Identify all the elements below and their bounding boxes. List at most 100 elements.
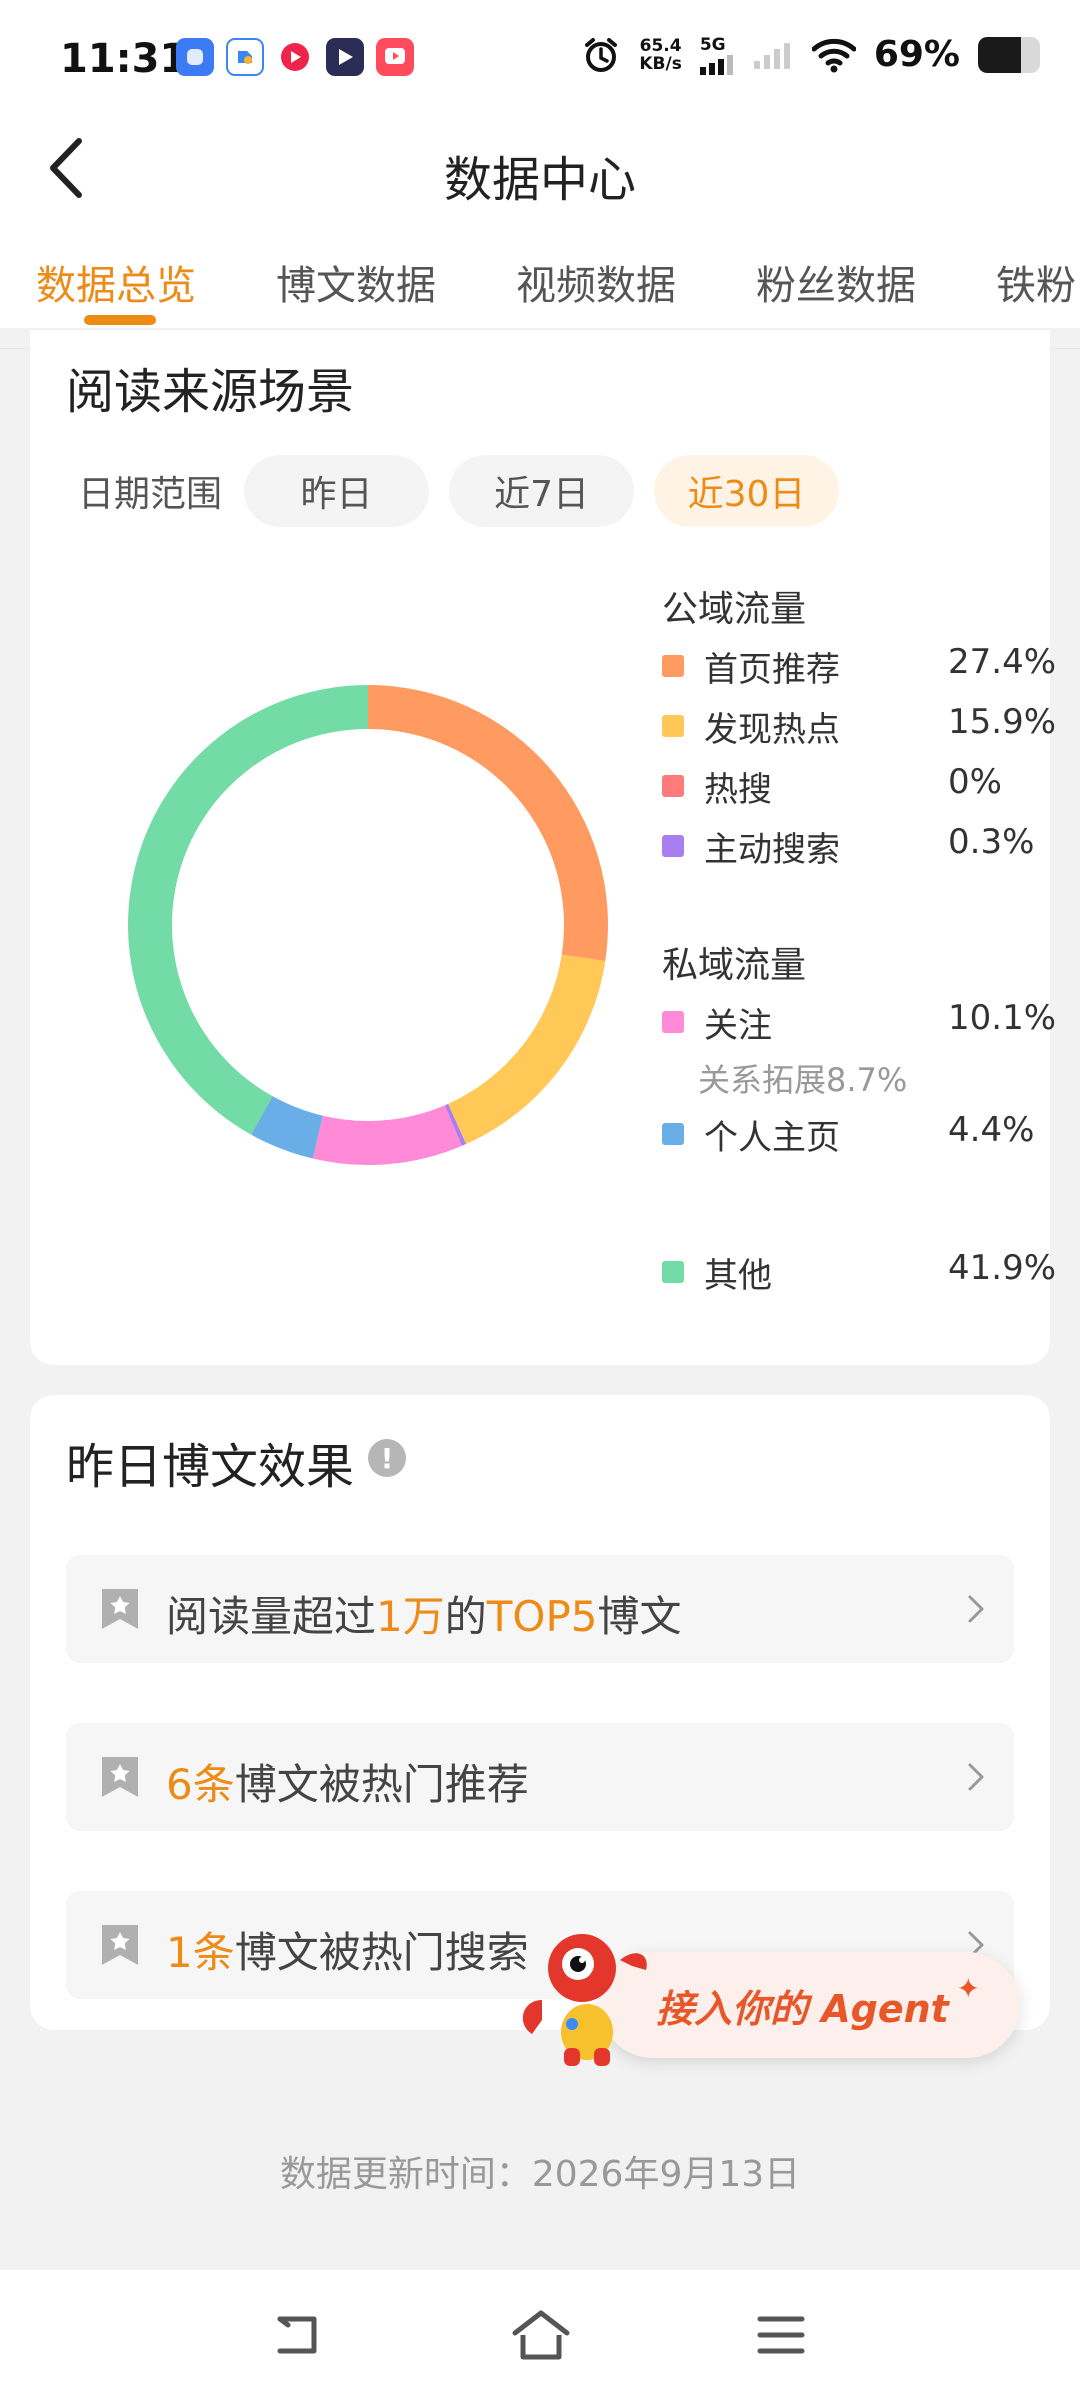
status-time: 11:31 [60, 36, 188, 82]
nav-home-button[interactable] [506, 2300, 576, 2370]
bookmark-star-icon [102, 1925, 138, 1965]
network-speed-value: 65.4 [639, 35, 682, 56]
read-source-donut-chart [127, 685, 608, 1165]
donut-slice-发现热点 [448, 954, 606, 1145]
donut-slice-关注 [312, 1105, 462, 1165]
legend-value: 0.3% [948, 822, 1035, 862]
app-notification-icon [226, 38, 264, 76]
row-text-part: 的 [444, 1592, 487, 1641]
public-traffic-title: 公域流量 [662, 589, 807, 630]
date-range-row: 日期范围 昨日 近7日 近30日 [78, 455, 859, 527]
legend-name: 热搜 [704, 770, 772, 810]
bookmark-star-icon [102, 1757, 138, 1797]
network-speed-unit: KB/s [639, 53, 682, 74]
read-source-card: 阅读来源场景 日期范围 昨日 近7日 近30日 公域流量 首页推荐 27.4% … [30, 330, 1056, 1365]
read-source-title: 阅读来源场景 [66, 364, 355, 420]
row-text: 1条博文被热门搜索 [166, 1919, 529, 1980]
row-text-part: 博文被热门搜索 [234, 1928, 529, 1977]
legend-sub-value: 关系拓展8.7% [698, 1061, 908, 1099]
header: 数据中心 数据总览 博文数据 视频数据 粉丝数据 铁粉 [0, 118, 1080, 328]
menu-icon [757, 2316, 805, 2354]
network-speed: 65.4 KB/s [639, 37, 681, 73]
date-range-label: 日期范围 [78, 474, 223, 515]
legend-swatch [662, 1123, 684, 1145]
home-icon [512, 2310, 570, 2360]
battery-percent: 69% [873, 34, 960, 75]
legend-item: 首页推荐 27.4% [662, 642, 1056, 692]
video-app-icon [276, 38, 314, 76]
wifi-icon [811, 38, 856, 72]
legend-swatch [662, 1261, 684, 1283]
legend-value: 10.1% [948, 998, 1057, 1038]
chevron-right-icon [968, 1595, 984, 1623]
row-highlight: 1条 [166, 1928, 235, 1977]
bookmark-star-icon [102, 1589, 138, 1629]
hot-recommend-row[interactable]: 6条博文被热门推荐 [66, 1723, 1014, 1831]
row-text-part: 博文被热门推荐 [234, 1760, 529, 1809]
app-notification-icon [176, 38, 214, 76]
notification-app-icons [176, 38, 414, 76]
legend-value: 27.4% [948, 642, 1057, 682]
status-indicators: 65.4 KB/s 5G 69% [581, 34, 1040, 75]
battery-level [978, 36, 1021, 73]
tab-video-data[interactable]: 视频数据 [516, 253, 676, 311]
legend-swatch [662, 775, 684, 797]
donut-slice-其他 [127, 685, 368, 1135]
system-nav-bar [0, 2270, 1080, 2400]
page-title: 数据中心 [443, 152, 636, 208]
legend-name: 关注 [704, 1006, 772, 1046]
signal-strength-2-icon [753, 42, 790, 69]
date-chip-7days[interactable]: 近7日 [449, 455, 635, 527]
legend-item: 其他 41.9% [662, 1248, 1056, 1298]
alarm-icon [585, 37, 618, 72]
legend-value: 4.4% [948, 1110, 1035, 1150]
legend-name: 发现热点 [704, 710, 840, 750]
agent-button-label: 接入你的 Agent [656, 1987, 949, 2031]
signal-strength-icon [699, 54, 733, 75]
legend-value: 41.9% [948, 1248, 1057, 1288]
signal-5g: 5G [699, 34, 736, 75]
private-traffic-title: 私域流量 [662, 945, 807, 986]
nav-back-button[interactable] [262, 2300, 332, 2370]
top5-posts-row[interactable]: 阅读量超过1万的TOP5博文 [66, 1555, 1014, 1663]
legend-item: 主动搜索 0.3% [662, 822, 1042, 872]
yesterday-posts-title: 昨日博文效果 [66, 1439, 355, 1495]
legend-swatch [662, 715, 684, 737]
nav-menu-button[interactable] [746, 2300, 816, 2370]
info-icon[interactable]: ! [368, 1439, 406, 1477]
data-update-time: 数据更新时间：2026年9月13日 [279, 2154, 801, 2195]
legend-item: 发现热点 15.9% [662, 702, 1056, 752]
legend-value: 0% [948, 762, 1002, 802]
legend-name: 主动搜索 [704, 830, 840, 870]
legend-item: 热搜 0% [662, 762, 1042, 812]
date-chip-yesterday[interactable]: 昨日 [244, 455, 430, 527]
row-text-part: 阅读量超过 [166, 1592, 377, 1641]
tab-active-indicator [84, 315, 156, 325]
legend-swatch [662, 835, 684, 857]
legend-item: 个人主页 4.4% [662, 1110, 1042, 1160]
mascot-icon[interactable] [512, 1920, 662, 2070]
legend-value: 15.9% [948, 702, 1057, 742]
date-chip-30days[interactable]: 近30日 [654, 455, 840, 527]
battery-icon [978, 36, 1040, 73]
back-nav-icon [277, 2316, 317, 2354]
legend-item: 关注 10.1% [662, 998, 1056, 1048]
tab-overview[interactable]: 数据总览 [36, 253, 196, 311]
tab-iron-fans[interactable]: 铁粉 [996, 253, 1076, 311]
row-highlight: 6条 [166, 1760, 235, 1809]
agent-connect-button[interactable]: 接入你的 Agent ✦ [600, 1952, 1020, 2058]
row-text: 阅读量超过1万的TOP5博文 [166, 1583, 682, 1644]
legend-swatch [662, 655, 684, 677]
status-bar: 11:31 65.4 KB/s 5G 69% [0, 0, 1080, 118]
video-editor-app-icon [376, 38, 414, 76]
chevron-right-icon [968, 1763, 984, 1791]
network-type: 5G [699, 34, 726, 55]
play-app-icon [326, 38, 364, 76]
tab-fans-data[interactable]: 粉丝数据 [756, 253, 916, 311]
donut-slice-首页推荐 [368, 685, 608, 962]
tab-post-data[interactable]: 博文数据 [276, 253, 436, 311]
row-highlight: 1万 [376, 1592, 445, 1641]
legend-swatch [662, 1011, 684, 1033]
legend-name: 其他 [704, 1256, 772, 1296]
row-highlight: TOP5 [486, 1592, 598, 1641]
